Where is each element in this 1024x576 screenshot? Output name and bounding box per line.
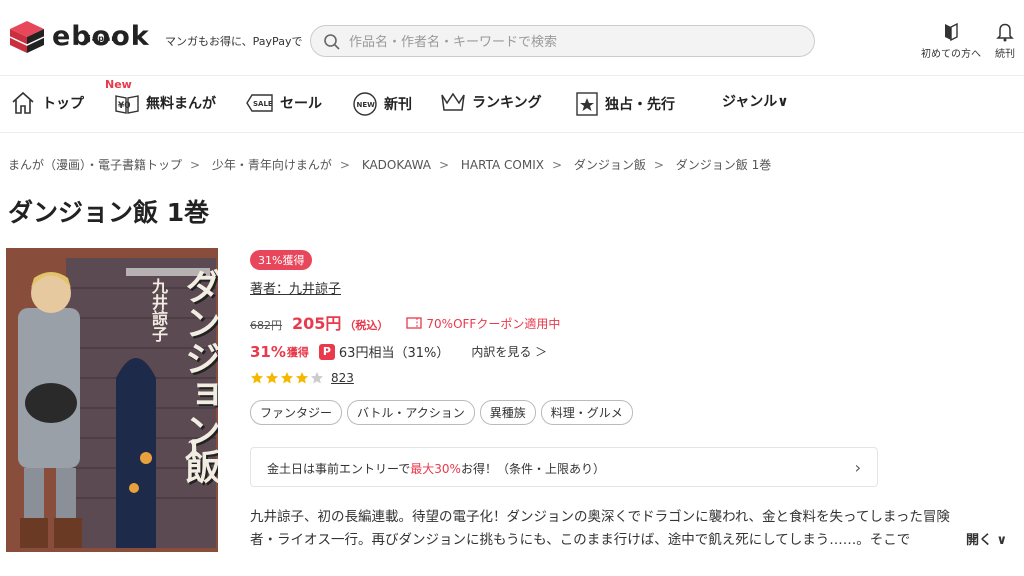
search-input[interactable] bbox=[349, 31, 789, 53]
nav-item-genre[interactable]: ジャンル∨ bbox=[722, 91, 789, 111]
genre-tags: ファンタジー バトル・アクション 異種族 料理・グルメ bbox=[250, 400, 638, 425]
free-yen-icon: ¥0 bbox=[115, 95, 139, 114]
bell-icon bbox=[996, 23, 1014, 42]
nav-item-sale[interactable]: SALE セール bbox=[246, 91, 322, 115]
nav-label-free: 無料まんが bbox=[146, 96, 216, 112]
search-box[interactable] bbox=[310, 25, 815, 57]
book-cover-image[interactable]: ダンジョン飯 九井諒子 1 bbox=[6, 248, 218, 552]
svg-text:SALE: SALE bbox=[253, 100, 273, 108]
nav-item-new-release[interactable]: NEW 新刊 bbox=[352, 91, 412, 117]
tagline: マンガもお得に、PayPayで bbox=[165, 35, 303, 48]
breadcrumb: まんが（漫画）・電子書籍トップ > 少年・青年向けまんが > KADOKAWA > H… bbox=[8, 158, 772, 172]
coupon-applied[interactable]: 70%OFFクーポン適用中 bbox=[406, 315, 560, 332]
nav-label-exclusive: 独占・先行 bbox=[605, 97, 675, 113]
genre-tag[interactable]: ファンタジー bbox=[250, 400, 343, 425]
crown-icon bbox=[441, 92, 465, 111]
original-price: 682円 bbox=[250, 319, 282, 332]
genre-tag[interactable]: 異種族 bbox=[479, 400, 536, 425]
page-title: ダンジョン飯 1巻 bbox=[8, 198, 210, 227]
star-icon-filled bbox=[296, 372, 308, 384]
search-icon bbox=[324, 34, 340, 50]
logo-subtext: japan bbox=[88, 34, 118, 43]
nav-label-top: トップ bbox=[42, 96, 84, 112]
expand-description-button[interactable]: 開く ∨ bbox=[948, 529, 1024, 551]
star-icon-filled bbox=[251, 372, 263, 384]
breadcrumb-item[interactable]: HARTA COMIX bbox=[461, 158, 544, 172]
genre-tag[interactable]: バトル・アクション bbox=[347, 400, 475, 425]
chevron-right-icon: › bbox=[854, 458, 861, 477]
breadcrumb-item[interactable]: 少年・青年向けまんが bbox=[212, 158, 332, 172]
campaign-text: 金土日は事前エントリーで最大30%お得！（条件・上限あり） bbox=[267, 460, 605, 477]
continue-label: 続刊 bbox=[995, 49, 1015, 60]
points-label: 獲得 bbox=[286, 345, 309, 359]
paypay-icon: P bbox=[318, 343, 335, 360]
author-link[interactable]: 著者：九井諒子 bbox=[250, 278, 341, 297]
cover-volume-text: 1 bbox=[186, 436, 202, 462]
breadcrumb-item[interactable]: ダンジョン飯 bbox=[574, 158, 646, 172]
cover-author-text: 九井諒子 bbox=[149, 278, 168, 342]
nav-item-ranking[interactable]: ランキング bbox=[440, 91, 542, 113]
review-count-link[interactable]: 823 bbox=[331, 371, 354, 385]
campaign-highlight: 最大30% bbox=[410, 462, 461, 476]
breadcrumb-item-current[interactable]: ダンジョン飯 1巻 bbox=[676, 158, 771, 172]
ebookjapan-logo[interactable]: ebook bbox=[8, 18, 150, 56]
sale-price: 205円 bbox=[292, 314, 342, 333]
campaign-banner[interactable]: 金土日は事前エントリーで最大30%お得！（条件・上限あり） › bbox=[250, 447, 878, 487]
main-nav: New トップ ¥0 無料まんが SALE セール NEW 新刊 ランキング 独… bbox=[0, 77, 1024, 133]
breadcrumb-item[interactable]: まんが（漫画）・電子書籍トップ bbox=[8, 158, 182, 172]
book-guide-icon bbox=[945, 22, 958, 42]
tax-label: （税込） bbox=[344, 319, 389, 332]
nav-item-free-manga[interactable]: ¥0 無料まんが bbox=[114, 91, 216, 115]
site-header: ebook japan マンガもお得に、PayPayで 初めての方へ 続刊 bbox=[0, 0, 1024, 76]
points-badge: 31%獲得 bbox=[250, 250, 313, 270]
new-badge: New bbox=[105, 78, 132, 91]
description-line: 九井諒子、初の長編連載。待望の電子化！ダンジョンの奥深くでドラゴンに襲われ、金と… bbox=[250, 509, 950, 525]
nav-item-top[interactable]: トップ bbox=[10, 91, 84, 115]
continue-notify-link[interactable]: 続刊 bbox=[995, 22, 1015, 60]
breadcrumb-item[interactable]: KADOKAWA bbox=[362, 158, 431, 172]
sale-icon: SALE bbox=[246, 94, 273, 112]
points-equivalent: 63円相当（31%） bbox=[338, 346, 450, 361]
home-icon bbox=[12, 91, 34, 114]
points-row: 31% 獲得 P 63円相当（31%） 内訳を見る ＞ bbox=[250, 342, 547, 362]
book-description: 九井諒子、初の長編連載。待望の電子化！ダンジョンの奥深くでドラゴンに襲われ、金と… bbox=[250, 506, 1020, 552]
svg-text:NEW: NEW bbox=[357, 101, 376, 109]
nav-label-genre: ジャンル∨ bbox=[722, 94, 789, 110]
price-row: 682円 205円 （税込） 70%OFFクーポン適用中 bbox=[250, 310, 560, 334]
genre-tag[interactable]: 料理・グルメ bbox=[540, 400, 633, 425]
beginners-label: 初めての方へ bbox=[921, 49, 981, 60]
svg-text:¥0: ¥0 bbox=[118, 101, 131, 111]
book-stack-logo-icon bbox=[9, 21, 45, 53]
star-icon-filled bbox=[281, 372, 293, 384]
coupon-icon bbox=[406, 317, 423, 329]
campaign-text-post: お得！（条件・上限あり） bbox=[460, 462, 605, 476]
rating-stars: 823 bbox=[250, 371, 354, 385]
points-percent: 31% bbox=[250, 342, 286, 361]
star-icon-filled bbox=[266, 372, 278, 384]
breakdown-link[interactable]: 内訳を見る ＞ bbox=[471, 343, 547, 360]
exclusive-star-icon bbox=[576, 92, 598, 116]
nav-label-new: 新刊 bbox=[384, 97, 412, 113]
star-icon-empty bbox=[311, 372, 323, 384]
description-line: 者・ライオス一行。再びダンジョンに挑もうにも、このまま行けば、途中で飢え死にして… bbox=[250, 532, 911, 548]
beginners-guide-link[interactable]: 初めての方へ bbox=[921, 22, 981, 60]
nav-label-ranking: ランキング bbox=[472, 95, 542, 111]
coupon-label: 70%OFFクーポン適用中 bbox=[426, 316, 561, 331]
campaign-text-pre: 金土日は事前エントリーで bbox=[267, 462, 411, 476]
new-icon: NEW bbox=[353, 92, 377, 116]
nav-item-exclusive[interactable]: 独占・先行 bbox=[575, 91, 675, 117]
nav-label-sale: セール bbox=[280, 96, 322, 112]
